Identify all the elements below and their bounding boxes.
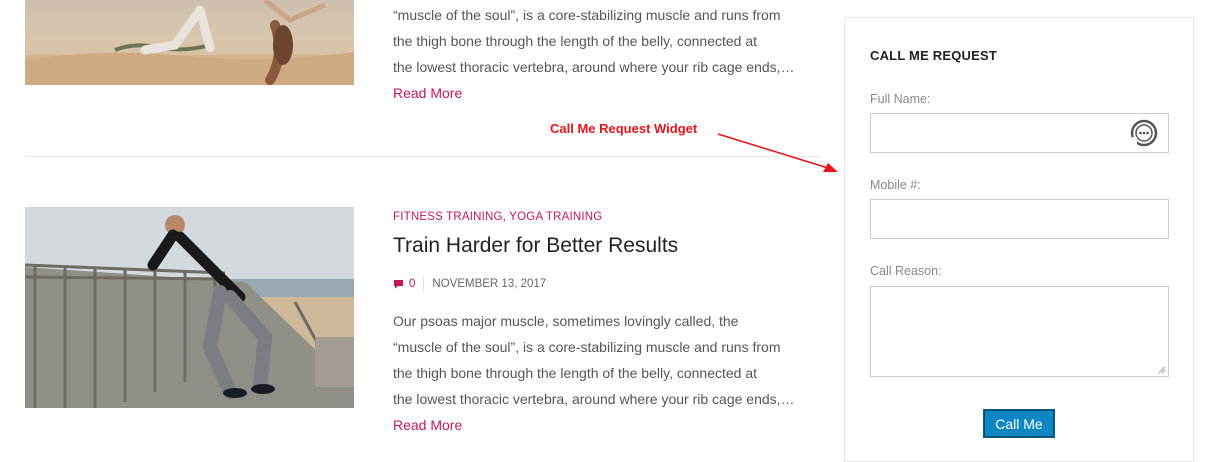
post-meta: 0 NOVEMBER 13, 2017 — [393, 277, 546, 291]
call-reason-label: Call Reason: — [870, 264, 942, 278]
excerpt-line: the thigh bone through the length of the… — [393, 365, 758, 381]
widget-title: CALL ME REQUEST — [870, 48, 997, 63]
excerpt-line: “muscle of the soul”, is a core-stabiliz… — [393, 7, 781, 23]
call-me-button[interactable]: Call Me — [983, 409, 1055, 438]
read-more-link[interactable]: Read More — [393, 85, 462, 101]
read-more-link[interactable]: Read More — [393, 417, 462, 433]
excerpt-line: the lowest thoracic vertebra, around whe… — [393, 59, 795, 75]
full-name-field[interactable] — [870, 113, 1169, 153]
post-divider — [25, 156, 820, 157]
meta-separator — [423, 277, 425, 291]
annotation-label: Call Me Request Widget — [550, 121, 698, 136]
comment-icon — [394, 280, 403, 289]
category-link[interactable]: YOGA TRAINING — [509, 211, 602, 223]
comment-count: 0 — [409, 278, 416, 290]
call-reason-textarea[interactable] — [870, 286, 1169, 377]
mobile-label: Mobile #: — [870, 178, 921, 192]
post-thumbnail-yoga[interactable] — [25, 0, 354, 85]
excerpt-line: “muscle of the soul”, is a core-stabiliz… — [393, 339, 781, 355]
post-date[interactable]: NOVEMBER 13, 2017 — [432, 278, 546, 290]
resize-grip-icon[interactable] — [1158, 366, 1166, 374]
post-title[interactable]: Train Harder for Better Results — [393, 234, 678, 258]
post-thumbnail-fitness[interactable] — [25, 207, 354, 408]
yoga-figure-illustration — [25, 0, 354, 85]
password-manager-icon[interactable] — [1129, 118, 1159, 148]
post-categories: FITNESS TRAINING, YOGA TRAINING — [393, 211, 602, 223]
fitness-figure-illustration — [25, 207, 354, 408]
full-name-label: Full Name: — [870, 92, 931, 106]
mobile-field[interactable] — [870, 199, 1169, 239]
comments-link[interactable]: 0 — [393, 278, 415, 290]
excerpt-line: Our psoas major muscle, sometimes loving… — [393, 313, 739, 329]
category-link[interactable]: FITNESS TRAINING — [393, 211, 503, 223]
excerpt-line: the lowest thoracic vertebra, around whe… — [393, 391, 795, 407]
annotation-arrow-icon — [717, 133, 838, 172]
call-me-request-widget: CALL ME REQUEST Full Name: Mobile #: Cal… — [844, 17, 1194, 462]
excerpt-line: the thigh bone through the length of the… — [393, 33, 758, 49]
